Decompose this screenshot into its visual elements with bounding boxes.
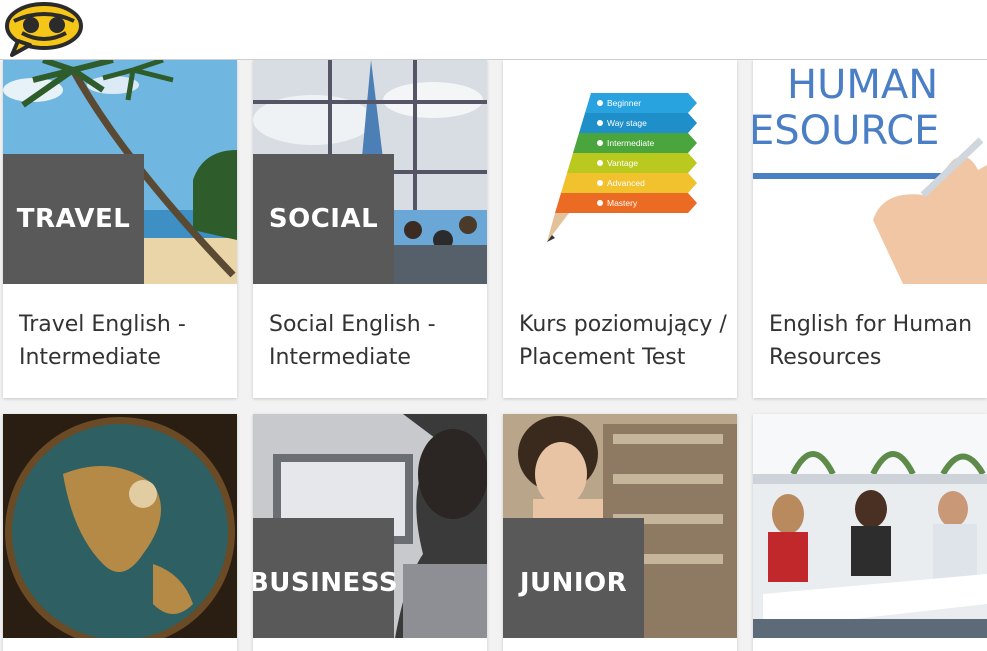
course-card-junior[interactable]: JUNIOR <box>503 414 737 651</box>
course-thumbnail: Beginner Way stage Intermediate Vantage … <box>503 60 737 284</box>
level-label: Way stage <box>607 118 647 128</box>
course-card-business[interactable]: BUSINESS <box>253 414 487 651</box>
course-thumbnail: TRAVEL <box>3 60 237 284</box>
level-label: Intermediate <box>607 138 655 148</box>
image-text: HUMAN <box>787 62 938 108</box>
course-badge: TRAVEL <box>3 154 144 284</box>
course-badge: JUNIOR <box>503 518 644 638</box>
course-card-meeting[interactable] <box>753 414 987 651</box>
top-header <box>0 0 987 60</box>
course-thumbnail: SOCIAL <box>253 60 487 284</box>
course-title[interactable]: English for Human Resources <box>769 308 979 374</box>
course-card-travel[interactable]: TRAVEL Travel English - Intermediate <box>3 60 237 398</box>
course-title[interactable]: Kurs poziomujący / Placement Test <box>519 308 729 374</box>
course-badge: SOCIAL <box>253 154 394 284</box>
course-card-human-resources[interactable]: HUMAN ESOURCE English for Human Resource… <box>753 60 987 398</box>
course-thumbnail: HUMAN ESOURCE <box>753 60 987 284</box>
course-card-globe[interactable] <box>3 414 237 651</box>
course-title[interactable]: Social English - Intermediate <box>269 308 479 374</box>
course-thumbnail: JUNIOR <box>503 414 737 638</box>
level-label: Mastery <box>607 198 638 208</box>
level-label: Beginner <box>607 98 641 108</box>
course-card-social[interactable]: SOCIAL Social English - Intermediate <box>253 60 487 398</box>
level-label: Advanced <box>607 178 645 188</box>
course-thumbnail: BUSINESS <box>253 414 487 638</box>
level-label: Vantage <box>607 158 638 168</box>
course-thumbnail <box>3 414 237 638</box>
course-grid: TRAVEL Travel English - Intermediate SOC… <box>0 60 987 651</box>
course-badge: BUSINESS <box>253 518 398 638</box>
course-card-placement-test[interactable]: Beginner Way stage Intermediate Vantage … <box>503 60 737 398</box>
course-thumbnail <box>753 414 987 638</box>
course-title[interactable]: Travel English - Intermediate <box>19 308 229 374</box>
logo-icon[interactable] <box>4 1 84 57</box>
image-text: ESOURCE <box>753 108 939 154</box>
